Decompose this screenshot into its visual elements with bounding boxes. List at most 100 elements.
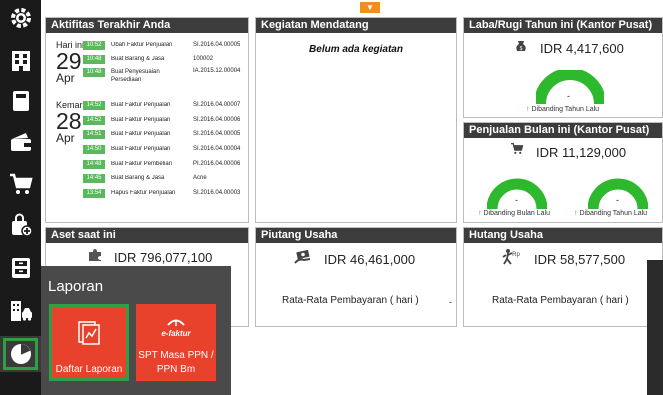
activity-time: 14:45 [83,173,105,183]
panel-title: Aset saat ini [46,228,248,243]
sidebar-item-settings[interactable] [0,0,41,36]
bag-add-icon [11,213,33,237]
panel-labarugi: Laba/Rugi Tahun ini (Kantor Pusat) $ IDR… [463,17,663,118]
sidebar-item-ledger[interactable] [0,83,41,119]
activity-row[interactable]: 14:51 Buat Faktur Penjualan SI.2016.04.000… [83,129,253,139]
cart-icon [511,142,524,154]
caption-text: Dibanding Tahun Lalu [579,210,648,217]
gauge-chart-month [487,178,547,210]
cabinet-icon [11,258,30,278]
gear-icon [10,8,31,28]
activity-desc: Buat Faktur Penjualan [111,102,171,108]
tile-spt-masa-ppn[interactable]: e-faktur SPT Masa PPN / PPN Bm [136,304,216,381]
activity-row[interactable]: 14:48 Buat Faktur Pembelian PI.2016.04.000… [83,159,253,169]
gauge-chart-year [588,178,648,210]
tile-daftar-laporan[interactable]: Daftar Laporan [49,304,129,381]
sidebar-item-assets[interactable] [0,293,41,329]
panel-penjualan: Penjualan Bulan ini (Kantor Pusat) IDR 1… [463,122,663,223]
money-hand-icon [294,250,311,264]
panel-hutang: Hutang Usaha Rp IDR 58,577,500 Rata-Rata… [463,227,663,327]
arrow-up-icon: ↑ [526,106,530,113]
gauge-value: - [515,195,518,205]
activity-ref: SI.2016.04.00005 [193,42,241,48]
money-bag-icon: $ [516,41,526,52]
panel-title: Penjualan Bulan ini (Kantor Pusat) [464,123,662,138]
building-icon [11,51,30,71]
sidebar-item-reports[interactable] [0,336,41,372]
gauge-value: - [567,91,570,101]
activity-row[interactable]: 10:52 Ubah Faktur Penjualan SI.2016.04.000… [83,40,253,50]
amount-value: IDR 796,077,100 [114,250,213,265]
amount-value: IDR 46,461,000 [324,252,416,267]
svg-text:Rp: Rp [512,252,520,258]
gauge-caption: ↑ Dibanding Tahun Lalu [526,106,599,113]
sidebar [0,0,41,395]
activity-row[interactable]: 14:45 Buat Barang & Jasa Acne [83,173,253,183]
sidebar-item-company[interactable] [0,43,41,79]
caption-text: Dibanding Tahun Lalu [531,106,600,113]
activity-desc: Buat Barang & Jasa [111,175,165,181]
panel-title: Aktifitas Terakhir Anda [46,18,248,33]
building-car-icon [10,301,32,321]
gauge-caption: ↑ Dibanding Bulan Lalu [478,210,550,217]
panel-title: Laba/Rugi Tahun ini (Kantor Pusat) [464,18,662,33]
activity-ref: SI.2016.04.00007 [193,102,241,108]
scrollbar[interactable] [647,260,663,395]
activity-ref: SI.2016.04.00004 [193,146,241,152]
activity-time: 14:51 [83,129,105,139]
gauge-chart [536,70,604,105]
active-indicator [3,338,38,370]
activity-desc: Buat Faktur Penjualan [111,117,171,123]
panel-aktifitas: Aktifitas Terakhir Anda Hari ini 29 Apr … [45,17,249,223]
activity-time: 14:52 [83,100,105,110]
rata-label: Rata-Rata Pembayaran ( hari ) [492,295,629,306]
caption-text: Dibanding Bulan Lalu [483,210,551,217]
activity-row[interactable]: 14:50 Buat Faktur Penjualan SI.2016.04.000… [83,144,253,154]
gauge-value: - [616,195,619,205]
activity-ref: 100002 [193,56,214,62]
panel-title: Hutang Usaha [464,228,662,243]
activity-time: 10:48 [83,54,105,64]
panel-title: Kegiatan Mendatang [256,18,456,33]
activity-desc: Buat Penyesuaian Persediaan [111,69,160,83]
report-icon [78,321,100,345]
activity-row[interactable]: 10:48 Buat Barang & Jasa 100002 [83,54,253,64]
activity-ref: PI.2016.04.00006 [193,161,241,167]
activity-row[interactable]: 10:48 Buat Penyesuaian Persediaan IA.2015.… [83,68,253,86]
sidebar-item-cash[interactable] [0,124,41,160]
sidebar-item-purchase[interactable] [0,207,41,243]
activity-row[interactable]: 14:52 Buat Faktur Penjualan SI.2016.04.000… [83,115,253,125]
rata-value: - [449,297,452,307]
activity-time: 13:54 [83,188,105,198]
sidebar-item-sales[interactable] [0,166,41,202]
activity-row[interactable]: 14:52 Buat Faktur Penjualan SI.2016.04.000… [83,100,253,110]
book-icon [12,91,29,111]
activity-time: 10:48 [83,68,105,77]
gauge-caption: ↑ Dibanding Tahun Lalu [574,210,647,217]
collapse-handle[interactable]: ▼ [360,2,380,13]
activity-desc: Buat Faktur Penjualan [111,146,171,152]
activity-desc: Buat Faktur Pembelian [111,161,173,167]
panel-title: Piutang Usaha [256,228,456,243]
amount-value: IDR 58,577,500 [534,252,626,267]
activity-time: 14:52 [83,115,105,125]
rata-label: Rata-Rata Pembayaran ( hari ) [282,295,419,306]
sidebar-item-inventory[interactable] [0,250,41,286]
tile-label-line1: SPT Masa PPN / [138,350,214,361]
activity-desc: Hapus Faktur Penjualan [111,190,176,196]
amount-value: IDR 4,417,600 [540,41,624,56]
activity-desc: Ubah Faktur Penjualan [111,42,173,48]
activity-time: 14:50 [83,144,105,154]
cart-icon [9,173,33,194]
activity-time: 14:48 [83,159,105,169]
svg-text:$: $ [520,46,523,52]
activity-ref: SI.2016.04.00006 [193,117,241,123]
person-rp-icon: Rp [502,249,520,265]
activity-ref: IA.2015.12.00004 [193,68,241,74]
efaktur-logo-icon [167,319,185,326]
activity-ref: SI.2016.04.00005 [193,131,241,137]
day-today: Hari ini 29 Apr [56,40,84,85]
tile-label: Daftar Laporan [55,364,123,375]
day-number: 29 [56,48,82,74]
activity-row[interactable]: 13:54 Hapus Faktur Penjualan SI.2016.04.00… [83,188,253,198]
